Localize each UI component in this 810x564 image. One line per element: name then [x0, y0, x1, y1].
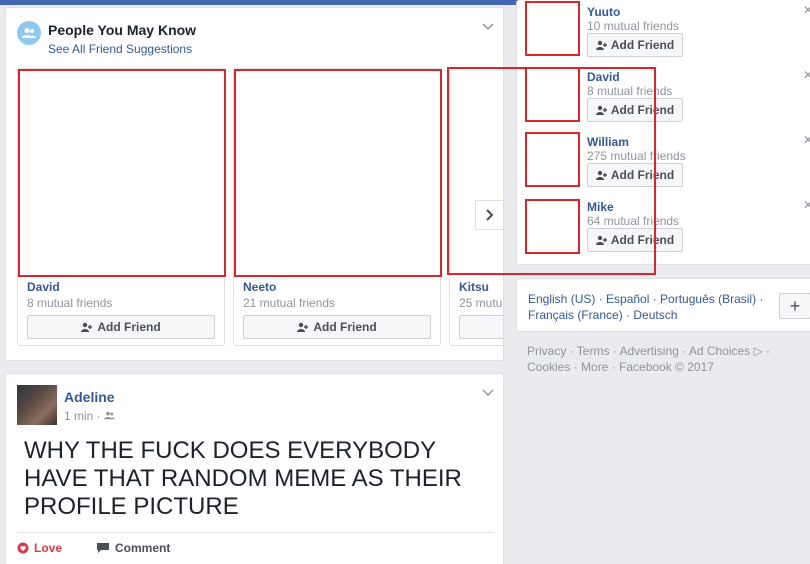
add-friend-icon: [595, 170, 607, 180]
sidebar-person-name[interactable]: Yuuto: [587, 5, 620, 19]
suggestion-name[interactable]: Kitsu: [459, 280, 489, 294]
add-friend-icon: [595, 235, 607, 245]
add-friend-button[interactable]: [459, 315, 503, 339]
language-list[interactable]: English (US) · Español · Português (Bras…: [528, 291, 768, 323]
profile-photo-placeholder[interactable]: [525, 1, 580, 56]
suggestion-card: Neeto 21 mutual friends Add Friend: [233, 68, 442, 346]
add-friend-label: Add Friend: [97, 320, 161, 334]
sidebar-person-name[interactable]: David: [587, 70, 620, 84]
add-friend-button[interactable]: Add Friend: [27, 315, 215, 339]
post-card: Adeline 1 min · WHY THE FUCK DOES EVERYB…: [5, 373, 504, 564]
suggestion-name[interactable]: David: [27, 280, 60, 294]
close-icon[interactable]: ✕: [803, 133, 810, 147]
add-friend-label: Add Friend: [610, 38, 675, 52]
close-icon[interactable]: ✕: [803, 198, 810, 212]
pymk-title: People You May Know: [48, 22, 197, 38]
love-icon: [17, 542, 29, 554]
add-friend-button[interactable]: Add Friend: [587, 33, 683, 57]
post-text: WHY THE FUCK DOES EVERYBODY HAVE THAT RA…: [24, 437, 462, 520]
comment-icon: [97, 543, 109, 553]
footer-links[interactable]: Privacy · Terms · Advertising · Ad Choic…: [527, 343, 797, 375]
friends-icon: [17, 21, 41, 45]
sidebar-person-mutual[interactable]: 64 mutual friends: [587, 214, 679, 228]
friends-audience-icon[interactable]: [104, 411, 115, 420]
sidebar-person: Yuuto 10 mutual friends Add Friend ✕: [517, 0, 810, 62]
add-friend-label: Add Friend: [610, 233, 675, 247]
sidebar-person-mutual[interactable]: 8 mutual friends: [587, 84, 672, 98]
add-friend-button[interactable]: Add Friend: [587, 163, 683, 187]
suggestion-card: David 8 mutual friends Add Friend: [17, 68, 226, 346]
profile-photo-placeholder[interactable]: [525, 199, 580, 254]
profile-photo-placeholder[interactable]: [525, 132, 580, 187]
post-author[interactable]: Adeline: [64, 389, 115, 405]
profile-photo-placeholder[interactable]: [525, 67, 580, 122]
add-friend-label: Add Friend: [313, 320, 377, 334]
sidebar-person: David 8 mutual friends Add Friend ✕: [517, 65, 810, 127]
people-you-may-know-card: People You May Know See All Friend Sugge…: [5, 7, 504, 361]
divider: [17, 532, 494, 533]
close-icon[interactable]: ✕: [803, 68, 810, 82]
sidebar-people-card: Yuuto 10 mutual friends Add Friend ✕ Dav…: [516, 0, 810, 265]
suggestion-mutual[interactable]: 25 mutu: [459, 296, 502, 310]
sidebar-person-mutual[interactable]: 275 mutual friends: [587, 149, 686, 163]
post-time[interactable]: 1 min ·: [64, 409, 101, 423]
add-friend-icon: [595, 40, 607, 50]
avatar[interactable]: [17, 385, 57, 425]
see-all-suggestions-link[interactable]: See All Friend Suggestions: [48, 42, 192, 56]
sidebar-person-name[interactable]: Mike: [587, 200, 614, 214]
sidebar-person-name[interactable]: William: [587, 135, 629, 149]
suggestion-mutual[interactable]: 8 mutual friends: [27, 296, 112, 310]
comment-label: Comment: [115, 541, 171, 555]
add-language-button[interactable]: +: [779, 293, 810, 319]
profile-photo-placeholder[interactable]: [18, 69, 226, 277]
suggestion-name[interactable]: Neeto: [243, 280, 276, 294]
sidebar-person: Mike 64 mutual friends Add Friend ✕: [517, 195, 810, 257]
profile-photo-placeholder[interactable]: [450, 69, 503, 277]
sidebar-person-mutual[interactable]: 10 mutual friends: [587, 19, 679, 33]
love-button[interactable]: Love: [17, 541, 62, 555]
add-friend-label: Add Friend: [610, 103, 675, 117]
suggestion-mutual[interactable]: 21 mutual friends: [243, 296, 335, 310]
profile-photo-placeholder[interactable]: [234, 69, 442, 277]
chevron-right-icon: [486, 209, 494, 221]
add-friend-button[interactable]: Add Friend: [587, 228, 683, 252]
chevron-down-icon[interactable]: [482, 22, 496, 32]
next-arrow-button[interactable]: [475, 200, 503, 230]
add-friend-button[interactable]: Add Friend: [587, 98, 683, 122]
add-friend-label: Add Friend: [610, 168, 675, 182]
sidebar-person: William 275 mutual friends Add Friend ✕: [517, 130, 810, 192]
love-label: Love: [34, 541, 63, 555]
comment-button[interactable]: Comment: [96, 541, 170, 555]
chevron-down-icon[interactable]: [482, 388, 496, 398]
add-friend-icon: [595, 105, 607, 115]
add-friend-icon: [297, 322, 309, 332]
language-card: English (US) · Español · Português (Bras…: [516, 278, 810, 332]
add-friend-button[interactable]: Add Friend: [243, 315, 431, 339]
add-friend-icon: [81, 322, 93, 332]
post-meta: 1 min ·: [64, 409, 115, 423]
close-icon[interactable]: ✕: [803, 3, 810, 17]
